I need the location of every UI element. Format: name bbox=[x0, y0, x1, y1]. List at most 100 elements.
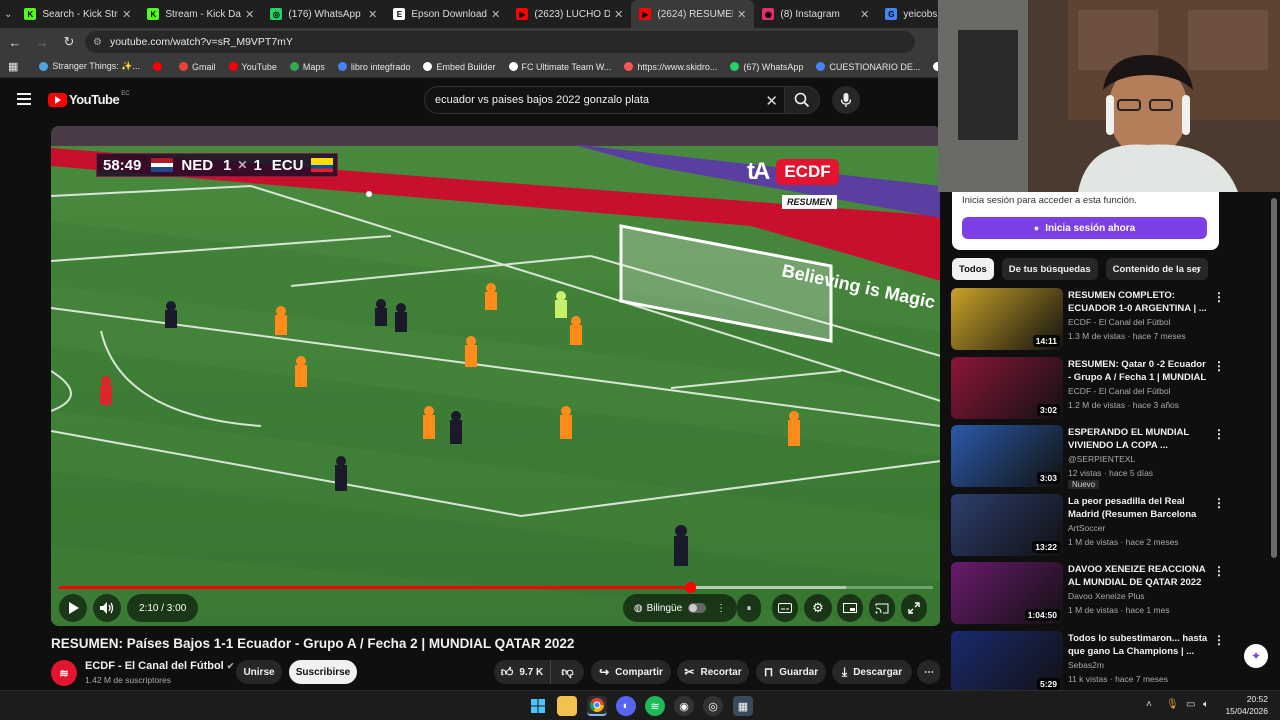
download-button[interactable]: ⤓ Descargar bbox=[832, 660, 912, 684]
chevron-right-icon[interactable]: › bbox=[1196, 261, 1201, 277]
subtitle-switch[interactable] bbox=[688, 603, 707, 613]
scrollbar-thumb[interactable] bbox=[1271, 198, 1277, 558]
recommended-video[interactable]: 1:04:50 DAVOO XENEIZE REACCIONA AL MUNDIA… bbox=[951, 562, 1271, 624]
microphone-tray-icon[interactable]: 🎙︎ bbox=[1166, 699, 1179, 710]
taskbar-time[interactable]: 20:52 bbox=[1232, 694, 1268, 704]
sidebar-scrollbar[interactable] bbox=[1271, 192, 1277, 687]
browser-tab[interactable]: K Search - Kick Stream ✕ bbox=[16, 0, 139, 28]
join-button[interactable]: Unirse bbox=[236, 660, 282, 684]
recommended-video[interactable]: 3:02 RESUMEN: Qatar 0 -2 Ecuador - Grupo … bbox=[951, 356, 1271, 419]
recommended-channel[interactable]: Davoo Xeneize Plus bbox=[1068, 591, 1145, 601]
captions-button[interactable] bbox=[772, 594, 798, 622]
obs-icon[interactable]: ◎ bbox=[703, 696, 723, 716]
more-vert-icon[interactable]: ⋮ bbox=[1213, 427, 1225, 441]
spotify-icon[interactable]: ≋ bbox=[645, 696, 665, 716]
more-vert-icon[interactable]: ⋮ bbox=[1213, 359, 1225, 373]
recommended-title[interactable]: RESUMEN COMPLETO: ECUADOR 1-0 ARGENTINA … bbox=[1068, 289, 1208, 315]
clip-button[interactable]: ✂ Recortar bbox=[677, 660, 749, 684]
share-button[interactable]: ↪ Compartir bbox=[591, 660, 671, 684]
recommended-title[interactable]: Todos lo subestimaron... hasta que gano … bbox=[1068, 632, 1208, 658]
forward-button[interactable]: → bbox=[30, 30, 54, 54]
search-input[interactable]: ecuador vs paises bajos 2022 gonzalo pla… bbox=[424, 86, 784, 114]
filter-chip[interactable]: Contenido de la ser bbox=[1105, 258, 1208, 280]
video-thumbnail[interactable]: 13:22 bbox=[951, 493, 1063, 556]
back-button[interactable]: ← bbox=[3, 30, 27, 54]
clear-search-icon[interactable]: ✕ bbox=[765, 92, 778, 110]
tab-close-icon[interactable]: ✕ bbox=[122, 8, 131, 21]
recommended-channel[interactable]: ArtSoccer bbox=[1068, 523, 1105, 533]
browser-tab[interactable]: ▶ (2624) RESUMEN: Pa ✕ bbox=[631, 0, 755, 28]
more-actions-button[interactable]: ⋯ bbox=[917, 660, 941, 684]
bookmark-item[interactable]: https://www.skidro... bbox=[624, 61, 717, 72]
recommended-channel[interactable]: ECDF - El Canal del Fútbol bbox=[1068, 317, 1171, 327]
recommended-video[interactable]: 14:11 RESUMEN COMPLETO: ECUADOR 1-0 ARGEN… bbox=[951, 288, 1271, 350]
network-icon[interactable]: ▭ bbox=[1186, 699, 1195, 710]
progress-bar[interactable] bbox=[59, 582, 933, 593]
menu-icon[interactable] bbox=[17, 93, 31, 105]
volume-button[interactable] bbox=[93, 594, 121, 622]
video-thumbnail[interactable]: 3:03 bbox=[951, 425, 1063, 487]
voice-search-button[interactable] bbox=[832, 86, 860, 114]
tab-close-icon[interactable]: ✕ bbox=[368, 8, 377, 21]
windows-start-icon[interactable] bbox=[528, 696, 548, 716]
recommended-title[interactable]: La peor pesadilla del Real Madrid (Resum… bbox=[1068, 495, 1208, 522]
apps-grid-icon[interactable]: ▦ bbox=[8, 60, 18, 73]
browser-tab[interactable]: ▶ (2623) LUCHO DÍAZ✕ bbox=[508, 0, 631, 28]
video-player[interactable]: Believing is Magic 58:49 NED 1 ✕ 1 ECU t… bbox=[51, 126, 941, 626]
recommended-channel[interactable]: @SERPIENTEXL bbox=[1068, 454, 1135, 464]
filter-chip[interactable]: De tus búsquedas bbox=[1001, 258, 1098, 280]
recommended-video[interactable]: 13:22 La peor pesadilla del Real Madrid (… bbox=[951, 493, 1271, 556]
browser-tab[interactable]: E Epson Download Cen ✕ bbox=[385, 0, 508, 28]
site-info-icon[interactable]: ⚙ bbox=[93, 37, 102, 48]
recommended-title[interactable]: ESPERANDO EL MUNDIAL VIVIENDO LA COPA ..… bbox=[1068, 426, 1208, 452]
tab-close-icon[interactable]: ✕ bbox=[491, 8, 500, 21]
video-thumbnail[interactable]: 1:04:50 bbox=[951, 562, 1063, 624]
bookmark-item[interactable]: Embed Builder bbox=[423, 61, 496, 72]
tab-search-button[interactable]: ⌄ bbox=[4, 4, 12, 24]
discord-icon[interactable]: ◐ bbox=[616, 696, 636, 716]
tab-close-icon[interactable]: ✕ bbox=[860, 8, 869, 21]
recommended-channel[interactable]: ECDF - El Canal del Fútbol bbox=[1068, 386, 1171, 396]
tab-close-icon[interactable]: ✕ bbox=[737, 8, 746, 21]
chrome-icon[interactable] bbox=[587, 696, 607, 716]
settings-button[interactable]: ⚙ bbox=[804, 594, 832, 622]
bookmark-item[interactable]: YouTube bbox=[228, 61, 277, 72]
calculator-icon[interactable]: ▦ bbox=[733, 696, 753, 716]
autoplay-toggle[interactable]: ⏸ bbox=[737, 594, 761, 622]
browser-tab[interactable]: ◉ (8) Instagram ✕ bbox=[754, 0, 877, 28]
extension-floating-button[interactable]: ✦ bbox=[1244, 644, 1268, 668]
recommended-video[interactable]: 5:29 Todos lo subestimaron... hasta que g… bbox=[951, 630, 1271, 693]
dislike-button[interactable]: 👎︎ bbox=[550, 660, 584, 684]
bookmark-item[interactable] bbox=[153, 61, 166, 72]
signin-button[interactable]: ● Inicia sesión ahora bbox=[962, 217, 1207, 239]
bookmark-item[interactable]: FC Ultimate Team W... bbox=[508, 61, 611, 72]
bookmark-item[interactable]: Maps bbox=[289, 61, 325, 72]
bookmark-item[interactable]: (67) WhatsApp bbox=[730, 61, 803, 72]
bookmark-item[interactable]: Gmail bbox=[179, 61, 216, 72]
browser-tab[interactable]: ◎ (176) WhatsApp ✕ bbox=[262, 0, 385, 28]
like-button[interactable]: 👍︎ 9.7 K bbox=[494, 660, 550, 684]
file-explorer-icon[interactable] bbox=[557, 696, 577, 716]
more-vert-icon[interactable]: ⋮ bbox=[1213, 290, 1225, 304]
play-button[interactable] bbox=[59, 594, 87, 622]
more-vert-icon[interactable]: ⋮ bbox=[1213, 496, 1225, 510]
miniplayer-button[interactable] bbox=[837, 594, 863, 622]
taskbar-date[interactable]: 15/04/2026 bbox=[1224, 706, 1268, 716]
browser-tab[interactable]: K Stream - Kick Dashbo ✕ bbox=[139, 0, 262, 28]
cast-button[interactable] bbox=[869, 594, 895, 622]
search-button[interactable] bbox=[784, 86, 820, 114]
reload-button[interactable]: ↻ bbox=[57, 30, 81, 54]
tray-chevron-icon[interactable]: ˄ bbox=[1146, 699, 1152, 710]
more-vert-icon[interactable]: ⋮ bbox=[1213, 564, 1225, 578]
tab-close-icon[interactable]: ✕ bbox=[245, 8, 254, 21]
bookmark-item[interactable]: Stranger Things: ✨... bbox=[39, 61, 140, 72]
recommended-title[interactable]: DAVOO XENEIZE REACCIONA AL MUNDIAL DE QA… bbox=[1068, 563, 1208, 590]
tab-close-icon[interactable]: ✕ bbox=[614, 8, 623, 21]
more-vert-icon[interactable]: ⋮ bbox=[1213, 633, 1225, 647]
youtube-logo[interactable]: YouTube EC bbox=[48, 91, 130, 107]
recommended-video[interactable]: 3:03 ESPERANDO EL MUNDIAL VIVIENDO LA COP… bbox=[951, 425, 1271, 489]
video-thumbnail[interactable]: 3:02 bbox=[951, 356, 1063, 419]
subtitle-toggle[interactable]: ◍ Bilingüe ⋮ bbox=[623, 594, 737, 622]
video-thumbnail[interactable]: 14:11 bbox=[951, 288, 1063, 350]
video-thumbnail[interactable]: 5:29 bbox=[951, 630, 1063, 693]
